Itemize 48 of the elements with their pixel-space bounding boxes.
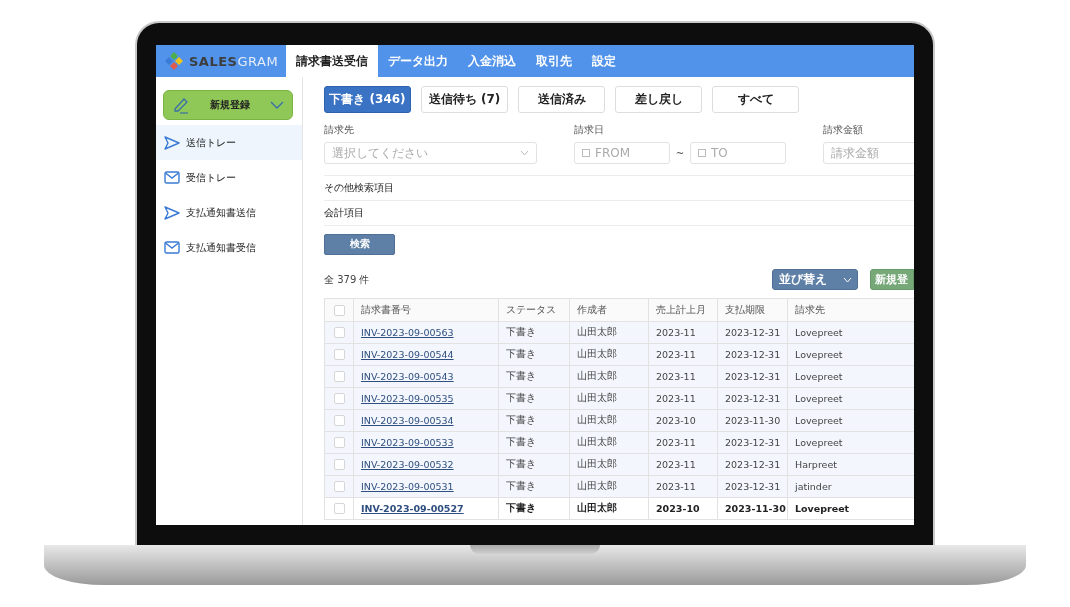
section-toggle[interactable]: その他検索項目 bbox=[324, 182, 394, 193]
chevron-down-icon bbox=[270, 101, 284, 109]
sidebar-item[interactable]: 送信トレー bbox=[156, 125, 302, 160]
sidebar-item[interactable]: 受信トレー bbox=[156, 160, 302, 195]
range-separator: ~ bbox=[674, 147, 686, 159]
row-checkbox[interactable] bbox=[333, 459, 345, 470]
logo-icon bbox=[164, 51, 184, 71]
status-filter-tab[interactable]: 送信待ち (7) bbox=[421, 86, 508, 113]
mail-icon bbox=[164, 241, 180, 254]
chevron-down-icon bbox=[843, 276, 852, 283]
send-icon bbox=[164, 135, 180, 150]
field-label: 請求日 bbox=[574, 123, 605, 137]
row-checkbox[interactable] bbox=[333, 503, 345, 514]
sidebar-item[interactable]: 支払通知書送信 bbox=[156, 195, 302, 230]
column-header: 支払期限 bbox=[717, 298, 788, 322]
total-count: 全 379 件 bbox=[324, 272, 370, 287]
sidebar-item[interactable]: 支払通知書受信 bbox=[156, 230, 302, 265]
column-header: 請求先 bbox=[787, 298, 914, 322]
row-checkbox[interactable] bbox=[333, 393, 345, 404]
column-header: 売上計上月 bbox=[648, 298, 718, 322]
status-filter-tab[interactable]: 送信済み bbox=[518, 86, 605, 113]
row-checkbox[interactable] bbox=[333, 349, 345, 360]
row-checkbox[interactable] bbox=[333, 437, 345, 448]
send-icon bbox=[164, 205, 180, 220]
status-filter-tab[interactable]: 差し戻し bbox=[615, 86, 702, 113]
logo-text: SALESGRAM bbox=[189, 53, 279, 69]
calendar-icon bbox=[698, 149, 706, 157]
nav-tab[interactable]: 請求書送受信 bbox=[286, 45, 378, 77]
row-checkbox[interactable] bbox=[333, 371, 345, 382]
chevron-down-icon bbox=[520, 150, 529, 156]
status-filter-tab[interactable]: 下書き (346) bbox=[324, 86, 411, 113]
row-checkbox[interactable] bbox=[333, 481, 345, 492]
select-all-checkbox[interactable] bbox=[333, 304, 345, 316]
row-checkbox[interactable] bbox=[333, 415, 345, 426]
column-header: 作成者 bbox=[569, 298, 649, 322]
status-filter-tab[interactable]: すべて bbox=[712, 86, 799, 113]
sort-button[interactable]: 並び替え bbox=[772, 269, 858, 290]
mail-icon bbox=[164, 171, 180, 184]
row-checkbox[interactable] bbox=[333, 327, 345, 338]
pencil-icon bbox=[172, 96, 190, 114]
calendar-icon bbox=[582, 149, 590, 157]
field-label: 請求金額 bbox=[823, 123, 864, 137]
field-label: 請求先 bbox=[324, 123, 355, 137]
new-entry-button[interactable]: 新規登録 bbox=[163, 90, 293, 120]
column-header: ステータス bbox=[498, 298, 570, 322]
search-button[interactable]: 検索 bbox=[324, 234, 395, 255]
column-header: 請求書番号 bbox=[353, 298, 499, 322]
section-toggle[interactable]: 会計項目 bbox=[324, 207, 364, 218]
